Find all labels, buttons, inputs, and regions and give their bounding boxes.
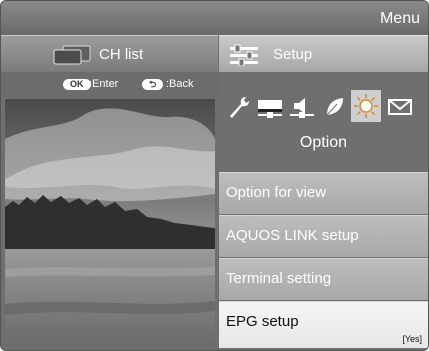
wrench-icon[interactable]	[223, 90, 253, 122]
menu-item-terminal-setting[interactable]: Terminal setting	[219, 258, 428, 300]
menu-item-aquos-link-setup[interactable]: AQUOS LINK setup	[219, 215, 428, 257]
category-icon-row	[223, 90, 428, 126]
tab-setup-label: Setup	[273, 46, 313, 63]
key-help-bar: OK :Enter ⮌ :Back	[1, 72, 218, 98]
speaker-icon[interactable]	[287, 90, 317, 122]
tv-menu-window: Menu CH list Setup OK :Enter ⮌ :Back Opt…	[0, 0, 429, 351]
landscape-preview	[5, 99, 215, 346]
menu-item-epg-setup[interactable]: EPG setup [Yes]	[219, 301, 428, 348]
menu-title: Menu	[379, 10, 420, 27]
menu-item-label: EPG setup	[226, 313, 299, 330]
ok-key-hint: :Enter	[89, 78, 119, 90]
menu-item-option-for-view[interactable]: Option for view	[219, 172, 428, 214]
menu-item-label: Terminal setting	[226, 270, 332, 287]
tab-setup[interactable]: Setup	[219, 35, 428, 72]
menu-item-label: Option for view	[226, 184, 327, 201]
mail-icon[interactable]	[385, 90, 415, 122]
selected-category-title: Option	[299, 134, 348, 151]
picture-icon[interactable]	[255, 90, 285, 122]
channel-preview-image	[5, 99, 215, 346]
tv-icon	[53, 45, 91, 65]
tab-ch-list[interactable]: CH list	[1, 35, 218, 72]
menu-item-value: [Yes]	[402, 334, 422, 344]
back-key-hint: :Back	[166, 78, 194, 90]
leaf-icon[interactable]	[319, 90, 349, 122]
setup-panel: Option Option for view AQUOS LINK setup …	[219, 72, 428, 350]
option-sun-icon[interactable]	[351, 90, 381, 122]
menu-header: Menu	[1, 1, 428, 35]
back-key-badge: ⮌	[142, 79, 164, 90]
setup-sliders-icon	[230, 44, 258, 66]
tab-ch-list-label: CH list	[99, 46, 144, 63]
menu-item-label: AQUOS LINK setup	[226, 227, 359, 244]
ok-key-badge: OK	[63, 79, 91, 90]
